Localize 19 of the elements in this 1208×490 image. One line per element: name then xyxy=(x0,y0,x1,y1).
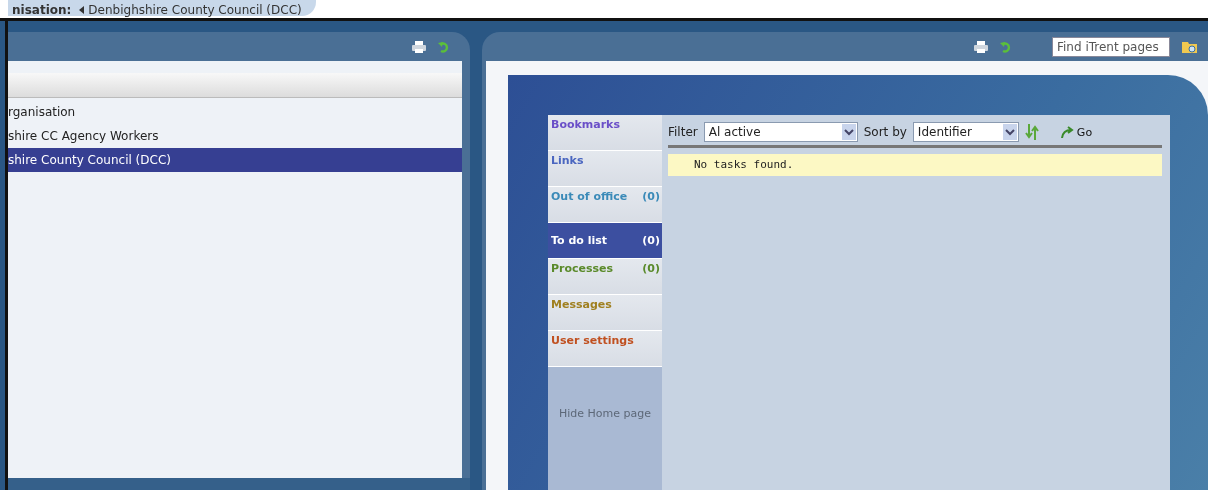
message-bar: No tasks found. xyxy=(668,154,1162,176)
nav-tab[interactable]: To do list (0) xyxy=(548,223,662,259)
nav-tab[interactable]: Links xyxy=(548,151,662,187)
list-item[interactable]: shire County Council (DCC) xyxy=(8,148,462,172)
nav-tab[interactable]: User settings xyxy=(548,331,662,367)
print-icon[interactable] xyxy=(974,40,988,53)
organisation-name: Denbighshire County Council (DCC) xyxy=(88,4,302,16)
organisation-label: nisation: xyxy=(12,4,72,16)
sort-dropdown[interactable]: Identifier xyxy=(912,122,1019,142)
folder-search-icon[interactable] xyxy=(1182,39,1198,54)
filter-dropdown[interactable]: Al active xyxy=(703,122,858,142)
sort-label: Sort by xyxy=(863,125,907,139)
go-button[interactable]: Go xyxy=(1060,125,1093,139)
filter-label: Filter xyxy=(668,125,698,139)
search-field[interactable]: Find iTrent pages xyxy=(1052,36,1170,57)
print-icon[interactable] xyxy=(412,40,426,53)
nav-tab[interactable]: Bookmarks xyxy=(548,115,662,151)
list-item[interactable]: shire CC Agency Workers xyxy=(8,124,462,148)
list-item[interactable]: rganisation xyxy=(8,100,462,124)
